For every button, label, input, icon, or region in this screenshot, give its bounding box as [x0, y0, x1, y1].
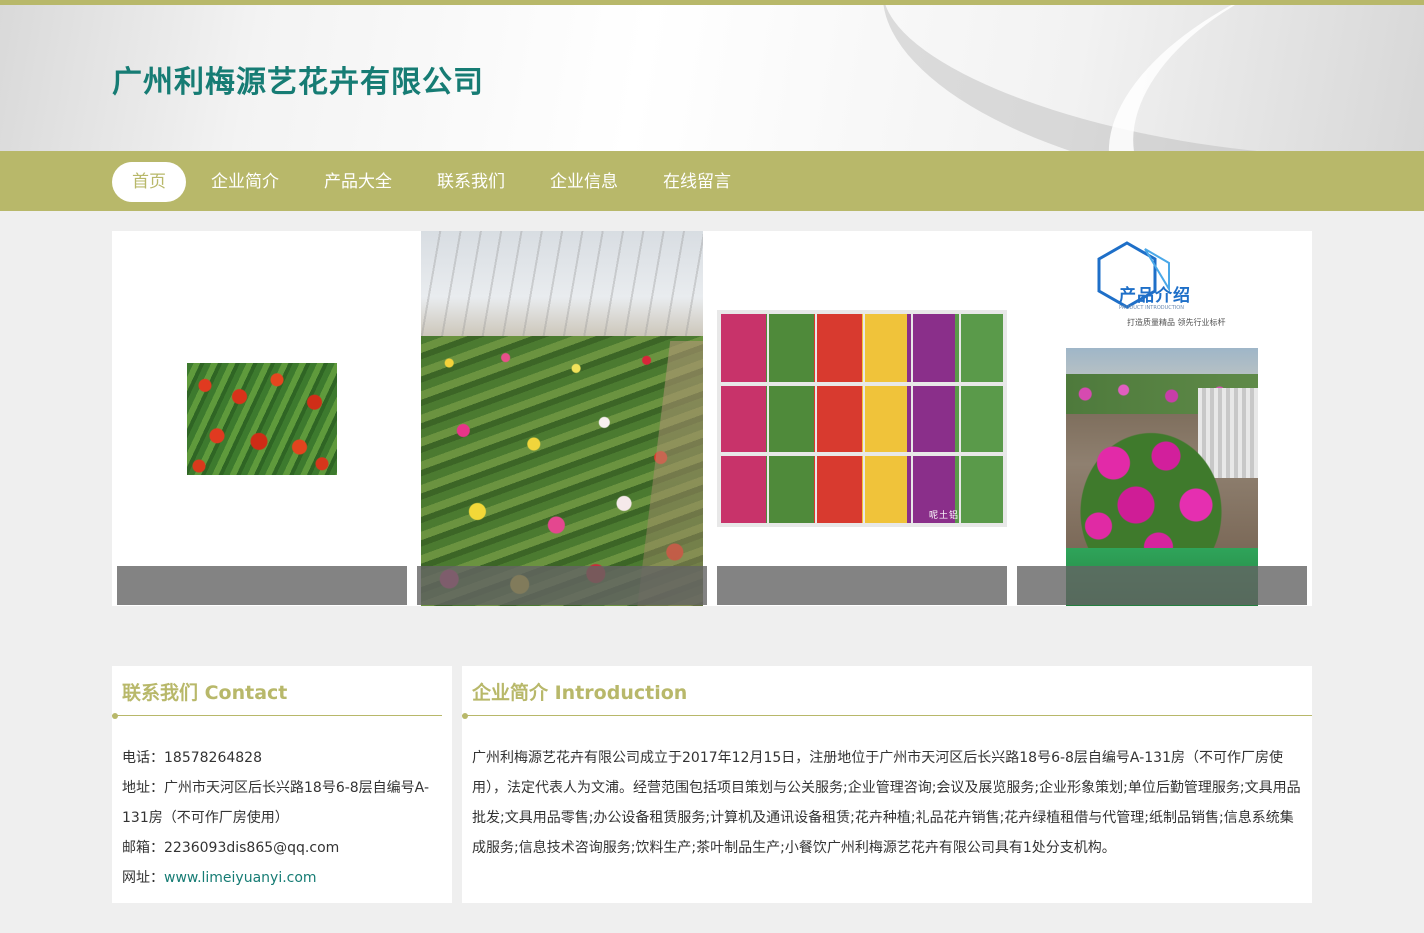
product-intro-badge: 产品介绍 — [1119, 286, 1191, 306]
image-gallery: 呢土铝 产品介绍 PRODUCT INTRODUCTION 打造质量精品 领先行… — [112, 231, 1312, 606]
address-label: 地址： — [122, 780, 164, 796]
gallery-image-seed-packets[interactable]: 呢土铝 — [717, 310, 1007, 527]
product-intro-slogan: 打造质量精品 领先行业标杆 — [1127, 318, 1226, 327]
phone-value: 18578264828 — [164, 750, 262, 766]
gallery-image-greenhouse[interactable] — [421, 231, 703, 606]
nav-item-contact[interactable]: 联系我们 — [417, 162, 525, 202]
contact-address-row: 地址：广州市天河区后长兴路18号6-8层自编号A-131房（不可作厂房使用） — [122, 773, 442, 833]
intro-text: 广州利梅源艺花卉有限公司成立于2017年12月15日，注册地位于广州市天河区后长… — [472, 750, 1301, 856]
divider-dot — [112, 713, 118, 719]
nav-item-home[interactable]: 首页 — [112, 162, 186, 202]
nav-item-about[interactable]: 企业简介 — [191, 162, 299, 202]
product-intro-sub: PRODUCT INTRODUCTION — [1119, 305, 1184, 311]
contact-email-row: 邮箱：2236093dis865@qq.com — [122, 833, 442, 863]
website-link[interactable]: www.limeiyuanyi.com — [164, 870, 317, 886]
divider-dot — [462, 713, 468, 719]
image-watermark: 呢土铝 — [929, 511, 960, 521]
image-caption-bar — [1017, 566, 1307, 605]
divider — [462, 715, 1312, 716]
nav-item-products[interactable]: 产品大全 — [304, 162, 412, 202]
contact-phone-row: 电话：18578264828 — [122, 743, 442, 773]
nav-item-message[interactable]: 在线留言 — [643, 162, 751, 202]
email-value: 2236093dis865@qq.com — [164, 840, 340, 856]
gallery-image-red-flowers[interactable] — [187, 363, 337, 475]
site-title[interactable]: 广州利梅源艺花卉有限公司 — [112, 57, 484, 101]
contact-info: 电话：18578264828 地址：广州市天河区后长兴路18号6-8层自编号A-… — [122, 743, 442, 893]
image-caption-bar — [417, 566, 707, 605]
intro-panel: 企业简介 Introduction 广州利梅源艺花卉有限公司成立于2017年12… — [462, 666, 1312, 903]
website-label: 网址： — [122, 870, 164, 886]
intro-title: 企业简介 Introduction — [472, 682, 688, 704]
nav-item-company-info[interactable]: 企业信息 — [530, 162, 638, 202]
contact-website-row: 网址：www.limeiyuanyi.com — [122, 863, 442, 893]
email-label: 邮箱： — [122, 840, 164, 856]
header-banner: 广州利梅源艺花卉有限公司 — [0, 5, 1424, 151]
divider — [112, 715, 442, 716]
phone-label: 电话： — [122, 750, 164, 766]
gallery-image-product-intro[interactable]: 产品介绍 PRODUCT INTRODUCTION 打造质量精品 领先行业标杆 — [1087, 239, 1237, 341]
contact-panel: 联系我们 Contact 电话：18578264828 地址：广州市天河区后长兴… — [112, 666, 452, 903]
image-caption-bar — [117, 566, 407, 605]
image-caption-bar — [717, 566, 1007, 605]
contact-title: 联系我们 Contact — [122, 682, 288, 704]
address-value: 广州市天河区后长兴路18号6-8层自编号A-131房（不可作厂房使用） — [122, 780, 430, 826]
main-nav: 首页 企业简介 产品大全 联系我们 企业信息 在线留言 — [0, 151, 1424, 211]
